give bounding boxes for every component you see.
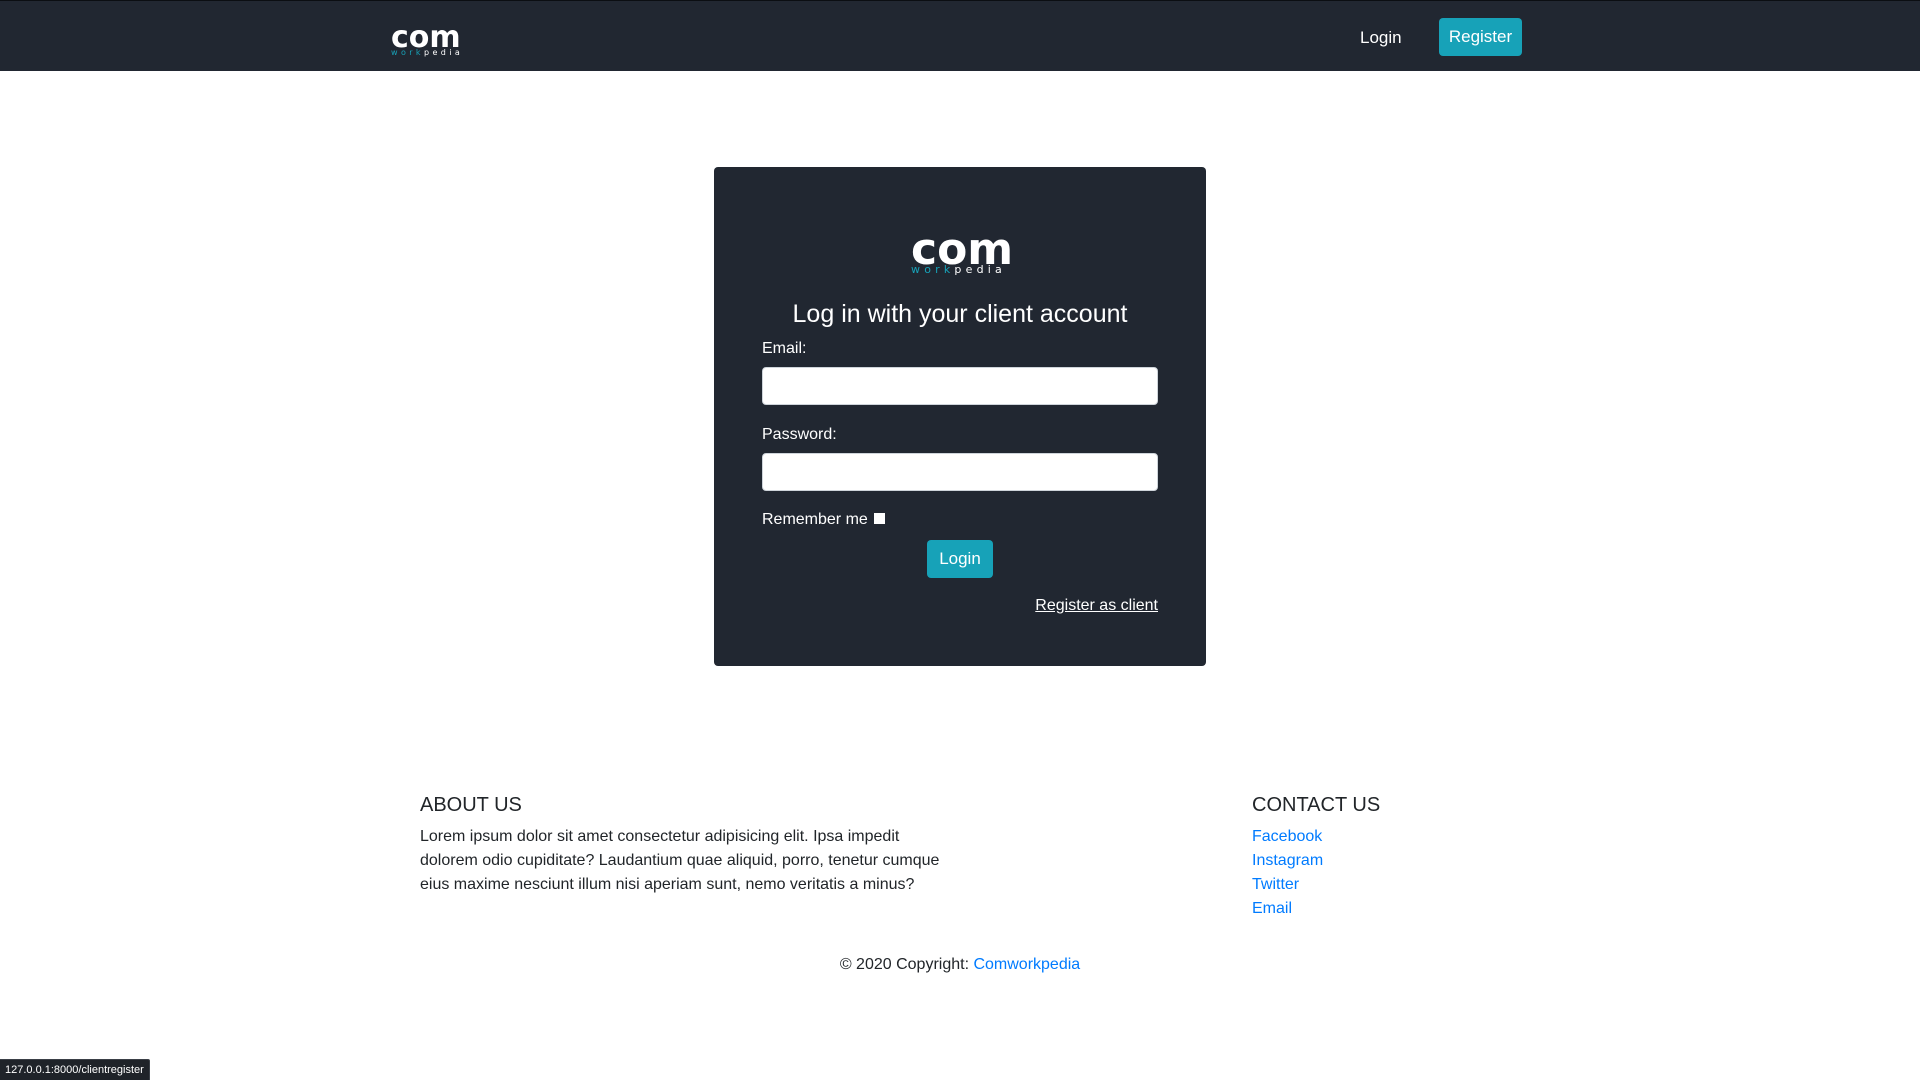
copyright-text: © 2020 Copyright: bbox=[839, 956, 970, 973]
nav-login-link[interactable]: Login bbox=[1360, 25, 1402, 51]
brand-logo-sub: workpedia bbox=[391, 49, 489, 57]
about-us-text: Lorem ipsum dolor sit amet consectetur a… bbox=[420, 828, 940, 893]
list-item: Twitter bbox=[1252, 873, 1323, 897]
copyright-link[interactable]: Comworkpedia bbox=[973, 956, 1080, 973]
list-item: Instagram bbox=[1252, 849, 1323, 873]
brand-logo-sub-plain: pedia bbox=[423, 48, 464, 57]
login-card: com workpedia Log in with your client ac… bbox=[714, 167, 1206, 666]
card-logo-sub: workpedia bbox=[911, 264, 1021, 275]
contact-us-title: CONTACT US bbox=[1252, 794, 1381, 816]
nav-register-button[interactable]: Register bbox=[1439, 18, 1522, 56]
email-label: Email: bbox=[762, 340, 807, 357]
facebook-link[interactable]: Facebook bbox=[1252, 828, 1322, 845]
about-us-title: ABOUT US bbox=[420, 794, 522, 816]
remember-me-checkbox[interactable] bbox=[873, 513, 885, 524]
email-link[interactable]: Email bbox=[1252, 900, 1292, 917]
brand-logo-link[interactable]: com workpedia bbox=[391, 23, 489, 57]
brand-logo-sub-colored: work bbox=[391, 48, 424, 57]
top-navbar: com workpedia Login Register bbox=[0, 0, 1920, 71]
email-input[interactable] bbox=[762, 367, 1158, 405]
remember-me-row: Remember me bbox=[762, 510, 885, 530]
login-title: Log in with your client account bbox=[792, 300, 1128, 328]
password-label: Password: bbox=[762, 426, 837, 443]
register-as-client-link[interactable]: Register as client bbox=[1035, 596, 1158, 616]
card-logo-sub-plain: pedia bbox=[954, 263, 1006, 276]
remember-me-label: Remember me bbox=[762, 511, 868, 528]
copyright-line: © 2020 Copyright: Comworkpedia bbox=[0, 953, 1920, 977]
list-item: Facebook bbox=[1252, 825, 1323, 849]
status-bar-url: 127.0.0.1:8000/clientregister bbox=[0, 1059, 150, 1080]
card-logo-main: com bbox=[911, 224, 1014, 275]
instagram-link[interactable]: Instagram bbox=[1252, 852, 1323, 869]
twitter-link[interactable]: Twitter bbox=[1252, 876, 1299, 893]
password-input[interactable] bbox=[762, 453, 1158, 491]
card-logo: com workpedia bbox=[911, 228, 1021, 280]
login-button[interactable]: Login bbox=[927, 540, 993, 578]
contact-links-list: Facebook Instagram Twitter Email bbox=[1252, 825, 1323, 921]
list-item: Email bbox=[1252, 897, 1323, 921]
card-logo-sub-colored: work bbox=[911, 263, 955, 276]
brand-logo-main: com bbox=[391, 20, 461, 55]
